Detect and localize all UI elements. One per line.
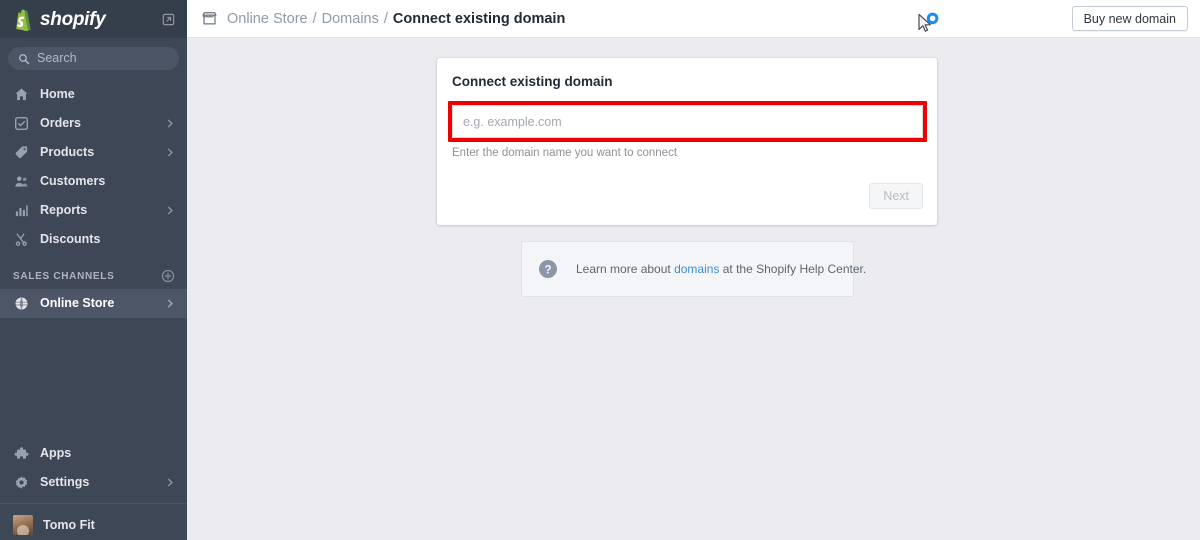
help-banner-text: Learn more about domains at the Shopify … [576,262,866,276]
sidebar-item-orders[interactable]: Orders [0,109,187,138]
sidebar-search-row: Search [0,38,187,76]
chevron-right-icon [168,478,173,487]
svg-text:?: ? [544,264,551,276]
search-placeholder: Search [37,51,77,66]
sidebar-item-label: Online Store [40,296,115,311]
breadcrumb-item-domains[interactable]: Domains [322,11,379,27]
sidebar-item-label: Products [40,145,95,160]
account-name: Tomo Fit [43,518,95,532]
customers-icon [13,174,29,190]
chevron-right-icon [168,206,173,215]
search-input[interactable]: Search [8,47,179,70]
next-button[interactable]: Next [869,183,923,209]
external-link-icon[interactable] [159,10,177,28]
sidebar-item-customers[interactable]: Customers [0,167,187,196]
products-tag-icon [13,145,29,161]
topbar: Online Store / Domains / Connect existin… [187,0,1200,38]
sidebar-nav: Home Orders Products Customers Reports D… [0,76,187,254]
plus-circle-icon[interactable] [161,269,175,283]
breadcrumb-item-online-store[interactable]: Online Store [227,11,308,27]
orders-icon [13,116,29,132]
store-icon [202,12,217,25]
search-icon [19,53,30,64]
sidebar-item-label: Orders [40,116,81,131]
apps-puzzle-icon [13,446,29,462]
sidebar-item-label: Home [40,87,75,102]
help-banner: ? Learn more about domains at the Shopif… [521,241,866,297]
sidebar-item-reports[interactable]: Reports [0,196,187,225]
help-text-after: at the Shopify Help Center. [719,262,867,276]
sidebar-divider [0,503,187,504]
connect-existing-domain-card: Connect existing domain Enter the domain… [437,58,937,225]
sidebar-item-apps[interactable]: Apps [0,439,187,468]
domain-input-highlight [448,101,927,142]
sidebar-item-discounts[interactable]: Discounts [0,225,187,254]
card-actions: Next [452,183,923,209]
sidebar-item-products[interactable]: Products [0,138,187,167]
sidebar-header: shopify [0,0,187,38]
buy-new-domain-button[interactable]: Buy new domain [1071,6,1188,31]
sidebar-item-home[interactable]: Home [0,80,187,109]
settings-gear-icon [13,475,29,491]
chevron-right-icon [168,119,173,128]
account-row[interactable]: Tomo Fit [0,510,187,540]
avatar [13,515,33,535]
discounts-scissors-icon [13,232,29,248]
sales-channels-title: SALES CHANNELS [13,270,115,282]
sidebar-item-online-store[interactable]: Online Store [0,289,187,318]
shopify-admin-screen: shopify Search Home Orders Products Cust… [0,0,1200,540]
shopify-bag-icon [16,9,31,31]
online-store-globe-icon [13,296,29,312]
sidebar-item-label: Reports [40,203,88,218]
sidebar-item-label: Apps [40,446,72,461]
sidebar: shopify Search Home Orders Products Cust… [0,0,187,540]
chevron-right-icon [168,299,173,308]
breadcrumb-item-current: Connect existing domain [392,10,566,27]
content-area: Connect existing domain Enter the domain… [187,12,1200,540]
chevron-right-icon [168,148,173,157]
question-mark-icon: ? [539,260,557,278]
sidebar-item-label: Settings [40,475,90,490]
main-area: Online Store / Domains / Connect existin… [187,0,1200,540]
reports-bar-chart-icon [13,203,29,219]
help-text-before: Learn more about [576,262,675,276]
sidebar-item-label: Customers [40,174,106,189]
breadcrumb-separator: / [312,10,317,27]
domain-input-helper-text: Enter the domain name you want to connec… [452,147,678,159]
domains-help-link[interactable]: domains [674,262,719,276]
sidebar-bottom: Apps Settings Tomo Fit [0,439,187,540]
shopify-logo[interactable]: shopify [12,7,159,31]
sidebar-item-settings[interactable]: Settings [0,468,187,497]
sidebar-item-label: Discounts [40,232,101,247]
card-title: Connect existing domain [452,74,613,89]
shopify-wordmark: shopify [40,8,106,30]
breadcrumb-separator: / [383,10,388,27]
breadcrumb: Online Store / Domains / Connect existin… [227,11,1072,27]
sales-channels-header: SALES CHANNELS [0,263,187,289]
home-icon [13,87,29,103]
domain-input[interactable] [452,105,923,138]
